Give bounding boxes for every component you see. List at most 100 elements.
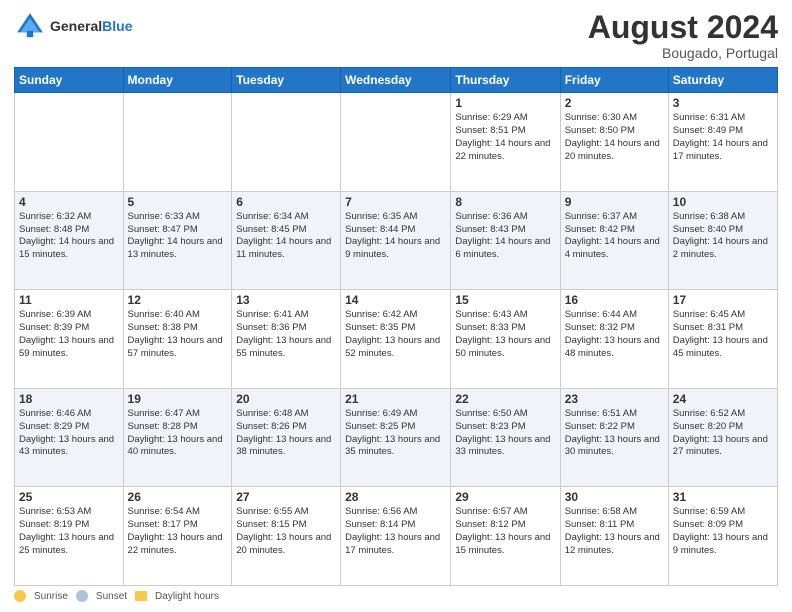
day-info: Sunrise: 6:55 AM Sunset: 8:15 PM Dayligh… <box>236 506 336 557</box>
day-info: Sunrise: 6:40 AM Sunset: 8:38 PM Dayligh… <box>128 309 228 360</box>
day-cell: 20Sunrise: 6:48 AM Sunset: 8:26 PM Dayli… <box>232 388 341 487</box>
day-cell: 15 Sunrise: 6:43 AM Sunset: 8:33 PM Dayli… <box>451 290 560 389</box>
week-row-1: 1 Sunrise: 6:29 AM Sunset: 8:51 PM Daylig… <box>15 93 778 192</box>
day-info: Sunrise: 6:52 AM Sunset: 8:20 PM Dayligh… <box>673 408 773 459</box>
day-cell: 5 Sunrise: 6:33 AM Sunset: 8:47 PM Daylig… <box>123 191 232 290</box>
day-number: 7 <box>345 195 446 209</box>
week-row-5: 25Sunrise: 6:53 AM Sunset: 8:19 PM Dayli… <box>15 487 778 586</box>
day-info: Sunrise: 6:29 AM Sunset: 8:51 PM Dayligh… <box>455 112 555 163</box>
day-cell: 9 Sunrise: 6:37 AM Sunset: 8:42 PM Daylig… <box>560 191 668 290</box>
sunset-icon <box>76 590 88 602</box>
day-number: 27 <box>236 490 336 504</box>
day-cell <box>341 93 451 192</box>
day-info: Sunrise: 6:56 AM Sunset: 8:14 PM Dayligh… <box>345 506 446 557</box>
day-info: Sunrise: 6:51 AM Sunset: 8:22 PM Dayligh… <box>565 408 664 459</box>
day-number: 20 <box>236 392 336 406</box>
day-cell <box>232 93 341 192</box>
day-cell: 31 Sunrise: 6:59 AM Sunset: 8:09 PM Dayli… <box>668 487 777 586</box>
day-info: Sunrise: 6:36 AM Sunset: 8:43 PM Dayligh… <box>455 211 555 262</box>
day-number: 22 <box>455 392 555 406</box>
day-number: 26 <box>128 490 228 504</box>
daylight-label: Daylight hours <box>155 591 219 602</box>
day-number: 3 <box>673 96 773 110</box>
day-cell: 11Sunrise: 6:39 AM Sunset: 8:39 PM Dayli… <box>15 290 124 389</box>
day-number: 15 <box>455 293 555 307</box>
col-friday: Friday <box>560 68 668 93</box>
day-info: Sunrise: 6:41 AM Sunset: 8:36 PM Dayligh… <box>236 309 336 360</box>
day-info: Sunrise: 6:31 AM Sunset: 8:49 PM Dayligh… <box>673 112 773 163</box>
day-cell: 24Sunrise: 6:52 AM Sunset: 8:20 PM Dayli… <box>668 388 777 487</box>
day-number: 30 <box>565 490 664 504</box>
day-cell: 25Sunrise: 6:53 AM Sunset: 8:19 PM Dayli… <box>15 487 124 586</box>
day-number: 28 <box>345 490 446 504</box>
day-info: Sunrise: 6:43 AM Sunset: 8:33 PM Dayligh… <box>455 309 555 360</box>
day-number: 12 <box>128 293 228 307</box>
day-info: Sunrise: 6:30 AM Sunset: 8:50 PM Dayligh… <box>565 112 664 163</box>
day-number: 9 <box>565 195 664 209</box>
logo-text: GeneralBlue <box>50 18 132 34</box>
day-cell: 13 Sunrise: 6:41 AM Sunset: 8:36 PM Dayli… <box>232 290 341 389</box>
day-number: 10 <box>673 195 773 209</box>
day-info: Sunrise: 6:45 AM Sunset: 8:31 PM Dayligh… <box>673 309 773 360</box>
day-info: Sunrise: 6:34 AM Sunset: 8:45 PM Dayligh… <box>236 211 336 262</box>
day-number: 31 <box>673 490 773 504</box>
day-number: 13 <box>236 293 336 307</box>
day-cell <box>15 93 124 192</box>
day-info: Sunrise: 6:42 AM Sunset: 8:35 PM Dayligh… <box>345 309 446 360</box>
day-number: 23 <box>565 392 664 406</box>
day-info: Sunrise: 6:47 AM Sunset: 8:28 PM Dayligh… <box>128 408 228 459</box>
day-cell: 4Sunrise: 6:32 AM Sunset: 8:48 PM Daylig… <box>15 191 124 290</box>
day-cell: 14 Sunrise: 6:42 AM Sunset: 8:35 PM Dayli… <box>341 290 451 389</box>
day-number: 17 <box>673 293 773 307</box>
day-number: 2 <box>565 96 664 110</box>
day-cell: 26 Sunrise: 6:54 AM Sunset: 8:17 PM Dayli… <box>123 487 232 586</box>
day-number: 29 <box>455 490 555 504</box>
day-number: 18 <box>19 392 119 406</box>
day-cell: 7 Sunrise: 6:35 AM Sunset: 8:44 PM Daylig… <box>341 191 451 290</box>
day-number: 16 <box>565 293 664 307</box>
day-info: Sunrise: 6:38 AM Sunset: 8:40 PM Dayligh… <box>673 211 773 262</box>
day-info: Sunrise: 6:37 AM Sunset: 8:42 PM Dayligh… <box>565 211 664 262</box>
day-cell: 21 Sunrise: 6:49 AM Sunset: 8:25 PM Dayli… <box>341 388 451 487</box>
logo-icon <box>14 10 46 42</box>
day-number: 14 <box>345 293 446 307</box>
day-number: 19 <box>128 392 228 406</box>
day-number: 1 <box>455 96 555 110</box>
week-row-4: 18 Sunrise: 6:46 AM Sunset: 8:29 PM Dayli… <box>15 388 778 487</box>
day-info: Sunrise: 6:54 AM Sunset: 8:17 PM Dayligh… <box>128 506 228 557</box>
day-cell: 2 Sunrise: 6:30 AM Sunset: 8:50 PM Daylig… <box>560 93 668 192</box>
week-row-3: 11Sunrise: 6:39 AM Sunset: 8:39 PM Dayli… <box>15 290 778 389</box>
day-cell <box>123 93 232 192</box>
col-thursday: Thursday <box>451 68 560 93</box>
day-cell: 10 Sunrise: 6:38 AM Sunset: 8:40 PM Dayli… <box>668 191 777 290</box>
day-cell: 16Sunrise: 6:44 AM Sunset: 8:32 PM Dayli… <box>560 290 668 389</box>
header: GeneralBlue August 2024 Bougado, Portuga… <box>14 10 778 61</box>
day-cell: 1 Sunrise: 6:29 AM Sunset: 8:51 PM Daylig… <box>451 93 560 192</box>
col-saturday: Saturday <box>668 68 777 93</box>
col-wednesday: Wednesday <box>341 68 451 93</box>
header-row: Sunday Monday Tuesday Wednesday Thursday… <box>15 68 778 93</box>
day-info: Sunrise: 6:49 AM Sunset: 8:25 PM Dayligh… <box>345 408 446 459</box>
day-number: 21 <box>345 392 446 406</box>
sunset-label: Sunset <box>96 591 127 602</box>
day-cell: 17 Sunrise: 6:45 AM Sunset: 8:31 PM Dayli… <box>668 290 777 389</box>
main-title: August 2024 <box>588 10 778 45</box>
day-cell: 12 Sunrise: 6:40 AM Sunset: 8:38 PM Dayli… <box>123 290 232 389</box>
day-number: 11 <box>19 293 119 307</box>
day-cell: 18 Sunrise: 6:46 AM Sunset: 8:29 PM Dayli… <box>15 388 124 487</box>
day-info: Sunrise: 6:57 AM Sunset: 8:12 PM Dayligh… <box>455 506 555 557</box>
calendar-table: Sunday Monday Tuesday Wednesday Thursday… <box>14 67 778 586</box>
day-number: 25 <box>19 490 119 504</box>
day-info: Sunrise: 6:35 AM Sunset: 8:44 PM Dayligh… <box>345 211 446 262</box>
sunrise-label: Sunrise <box>34 591 68 602</box>
logo: GeneralBlue <box>14 10 132 42</box>
day-number: 5 <box>128 195 228 209</box>
day-info: Sunrise: 6:59 AM Sunset: 8:09 PM Dayligh… <box>673 506 773 557</box>
day-cell: 23 Sunrise: 6:51 AM Sunset: 8:22 PM Dayli… <box>560 388 668 487</box>
day-info: Sunrise: 6:46 AM Sunset: 8:29 PM Dayligh… <box>19 408 119 459</box>
day-info: Sunrise: 6:33 AM Sunset: 8:47 PM Dayligh… <box>128 211 228 262</box>
day-cell: 30Sunrise: 6:58 AM Sunset: 8:11 PM Dayli… <box>560 487 668 586</box>
subtitle: Bougado, Portugal <box>588 45 778 61</box>
day-number: 8 <box>455 195 555 209</box>
day-number: 4 <box>19 195 119 209</box>
